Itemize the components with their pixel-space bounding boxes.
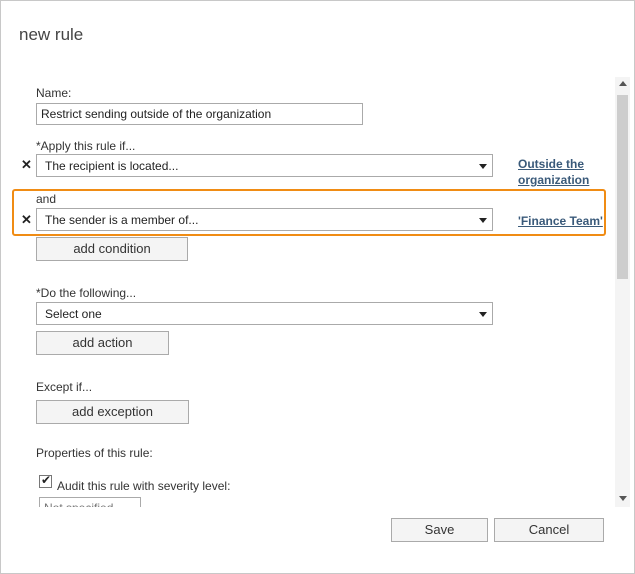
rule-form: Name: Restrict sending outside of the or… xyxy=(1,77,616,507)
checkmark-icon: ✔ xyxy=(41,473,52,487)
action-dropdown[interactable]: Select one xyxy=(36,302,493,325)
chevron-down-icon xyxy=(479,312,487,317)
audit-label: Audit this rule with severity level: xyxy=(57,479,231,493)
scroll-down-icon[interactable] xyxy=(619,496,627,501)
add-condition-button[interactable]: add condition xyxy=(36,237,188,261)
name-label: Name: xyxy=(36,86,72,100)
add-exception-button[interactable]: add exception xyxy=(36,400,189,424)
except-if-label: Except if... xyxy=(36,380,93,394)
save-button[interactable]: Save xyxy=(391,518,488,542)
condition-1-link-line2: organization xyxy=(518,173,590,187)
scrollbar-thumb[interactable] xyxy=(617,95,628,279)
cancel-button[interactable]: Cancel xyxy=(494,518,604,542)
condition-1-link[interactable]: Outside the organization xyxy=(518,156,589,188)
condition-1-value: The recipient is located... xyxy=(45,159,179,173)
apply-rule-label: *Apply this rule if... xyxy=(36,139,136,153)
remove-condition-1-icon[interactable]: ✕ xyxy=(21,157,32,173)
highlight-box xyxy=(12,189,606,236)
name-input[interactable]: Restrict sending outside of the organiza… xyxy=(36,103,363,125)
do-following-label: *Do the following... xyxy=(36,286,137,300)
action-value: Select one xyxy=(45,307,102,321)
condition-1-link-line1: Outside the xyxy=(518,157,585,171)
scroll-up-icon[interactable] xyxy=(619,81,627,86)
dialog-title: new rule xyxy=(19,25,84,44)
severity-dropdown[interactable]: Not specified xyxy=(39,497,141,507)
properties-label: Properties of this rule: xyxy=(36,446,153,460)
condition-1-dropdown[interactable]: The recipient is located... xyxy=(36,154,493,177)
new-rule-dialog: new rule Name: Restrict sending outside … xyxy=(0,0,635,574)
chevron-down-icon xyxy=(479,164,487,169)
vertical-scrollbar[interactable] xyxy=(615,77,630,507)
add-action-button[interactable]: add action xyxy=(36,331,169,355)
audit-checkbox[interactable]: ✔ xyxy=(39,473,52,488)
